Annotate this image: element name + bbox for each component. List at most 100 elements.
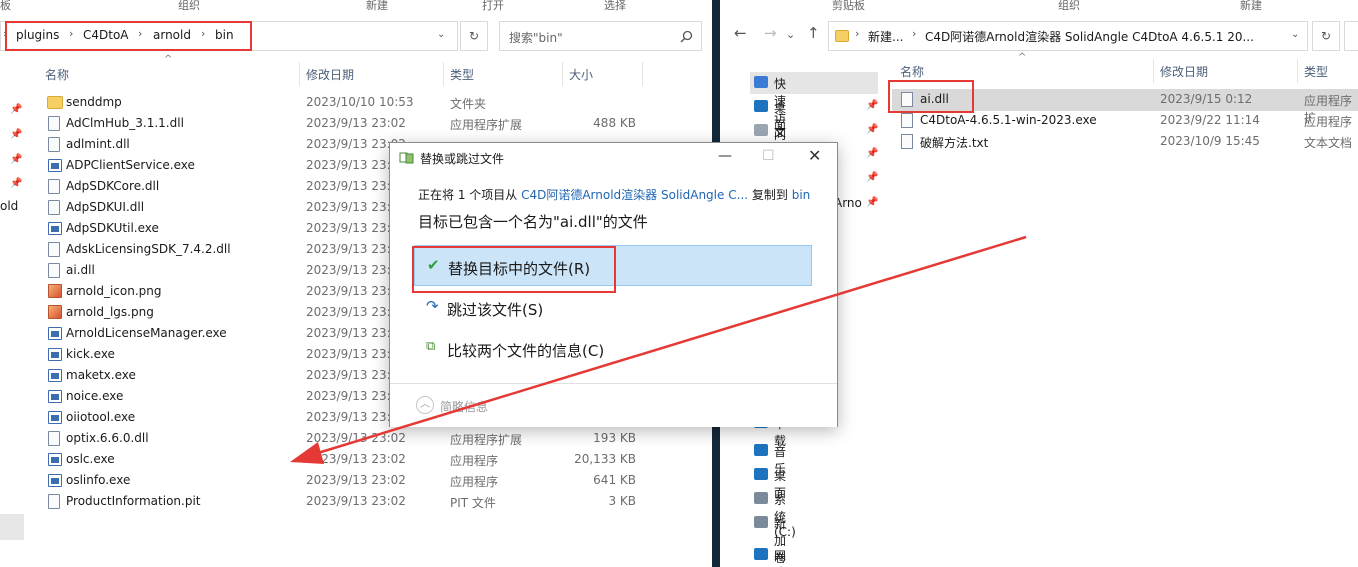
file-date: 2023/9/13 23:02 bbox=[306, 494, 406, 508]
file-date: 2023/9/13 23:02 bbox=[306, 431, 406, 445]
column-type[interactable]: 类型 bbox=[450, 66, 474, 83]
column-name[interactable]: 名称 bbox=[900, 63, 924, 80]
file-row[interactable]: oslinfo.exe 2023/9/13 23:02 应用程序 641 KB bbox=[40, 470, 640, 491]
file-row[interactable]: optix.6.6.0.dll 2023/9/13 23:02 应用程序扩展 193 … bbox=[40, 428, 640, 449]
ribbon-label: 剪贴板 bbox=[832, 0, 865, 12]
column-name[interactable]: 名称 bbox=[45, 66, 69, 83]
replace-skip-dialog: 替换或跳过文件 — ☐ ✕ 正在将 1 个项目从 C4D阿诺德Arnold渲染器… bbox=[389, 142, 838, 427]
file-name: ai.dll bbox=[66, 263, 95, 277]
pin-icon[interactable]: 📌 bbox=[10, 178, 22, 189]
right-ribbon-labels: 剪贴板 组织 新建 bbox=[720, 0, 1358, 12]
column-type[interactable]: 类型 bbox=[1304, 63, 1328, 80]
refresh-button[interactable]: ↻ bbox=[1312, 21, 1340, 51]
tree-selected-bg bbox=[750, 72, 878, 94]
application-icon bbox=[48, 222, 62, 235]
search-input[interactable]: 搜索"bin" bbox=[499, 21, 702, 51]
file-name: oiiotool.exe bbox=[66, 410, 136, 424]
file-type: 应用程序 bbox=[450, 475, 499, 489]
close-button[interactable]: ✕ bbox=[808, 146, 821, 165]
document-icon bbox=[754, 124, 768, 136]
arrow-right-icon: → bbox=[764, 24, 777, 42]
file-name: arnold_icon.png bbox=[66, 284, 162, 298]
minimize-button[interactable]: — bbox=[718, 148, 732, 164]
chevron-down-icon[interactable]: ⌄ bbox=[437, 29, 445, 40]
file-name: ProductInformation.pit bbox=[66, 494, 201, 508]
forward-button[interactable]: → bbox=[764, 24, 777, 42]
highlight-box bbox=[412, 246, 616, 293]
pin-icon[interactable]: 📌 bbox=[866, 124, 878, 135]
file-icon bbox=[901, 113, 913, 128]
right-address-bar[interactable]: › 新建... › C4D阿诺德Arnold渲染器 SolidAngle C4D… bbox=[828, 21, 1308, 51]
file-row[interactable]: ProductInformation.pit 2023/9/13 23:02 PIT… bbox=[40, 491, 640, 512]
arrow-left-icon: ← bbox=[734, 24, 747, 42]
breadcrumb-item[interactable]: C4D阿诺德Arnold渲染器 SolidAngle C4DtoA 4.6.5.… bbox=[925, 28, 1254, 45]
nav-tree-label: 网络 bbox=[774, 549, 787, 567]
pin-icon[interactable]: 📌 bbox=[10, 129, 22, 140]
close-icon: ✕ bbox=[808, 146, 822, 165]
folder-icon bbox=[835, 30, 849, 42]
pin-icon[interactable]: 📌 bbox=[866, 197, 878, 208]
copy-files-icon bbox=[399, 152, 414, 164]
breadcrumb-item[interactable]: 新建... bbox=[868, 28, 903, 45]
file-row[interactable]: 破解方法.txt 2023/10/9 15:45 文本文档 bbox=[890, 131, 1358, 152]
highlight-box bbox=[888, 80, 974, 113]
pin-icon[interactable]: 📌 bbox=[866, 172, 878, 183]
back-button[interactable]: ← bbox=[734, 24, 747, 42]
search-input[interactable] bbox=[1344, 21, 1358, 51]
file-type: 文件夹 bbox=[450, 97, 487, 111]
file-row[interactable]: AdClmHub_3.1.1.dll 2023/9/13 23:02 应用程序扩展 4… bbox=[40, 113, 640, 134]
minimize-icon: — bbox=[718, 148, 732, 164]
file-icon bbox=[48, 263, 60, 278]
skip-option[interactable]: ↷ 跳过该文件(S) bbox=[414, 287, 812, 328]
maximize-icon: ☐ bbox=[762, 148, 775, 164]
skip-icon: ↷ bbox=[426, 297, 439, 315]
pin-icon[interactable]: 📌 bbox=[866, 148, 878, 159]
file-date: 2023/9/13 23:02 bbox=[306, 116, 406, 130]
column-date[interactable]: 修改日期 bbox=[306, 66, 354, 83]
file-size: 488 KB bbox=[593, 116, 636, 130]
file-row[interactable]: oslc.exe 2023/9/13 23:02 应用程序 20,133 KB bbox=[40, 449, 640, 470]
file-icon bbox=[48, 431, 60, 446]
file-name: kick.exe bbox=[66, 347, 115, 361]
recent-button[interactable]: ⌄ bbox=[786, 28, 795, 41]
application-icon bbox=[48, 348, 62, 361]
file-name: C4DtoA-4.6.5.1-win-2023.exe bbox=[920, 113, 1097, 127]
file-size: 3 KB bbox=[608, 494, 636, 508]
pin-icon[interactable]: 📌 bbox=[866, 100, 878, 111]
option-label: 跳过该文件(S) bbox=[447, 301, 544, 319]
nav-truncated-label: Arno bbox=[834, 196, 862, 210]
pin-icon[interactable]: 📌 bbox=[10, 104, 22, 115]
chevron-down-icon[interactable]: ⌄ bbox=[1291, 29, 1299, 40]
file-date: 2023/9/15 0:12 bbox=[1160, 92, 1253, 106]
file-icon bbox=[48, 494, 60, 509]
file-type: 应用程序 bbox=[1304, 115, 1353, 129]
file-name: adlmint.dll bbox=[66, 137, 130, 151]
ribbon-label: 新建 bbox=[366, 0, 388, 12]
pin-icon[interactable]: 📌 bbox=[10, 154, 22, 165]
drive-icon bbox=[754, 492, 768, 504]
source-folder-link[interactable]: C4D阿诺德Arnold渲染器 SolidAngle C... bbox=[521, 188, 748, 202]
file-icon bbox=[48, 179, 60, 194]
compare-option[interactable]: ⧉ 比较两个文件的信息(C) bbox=[414, 328, 812, 369]
column-size[interactable]: 大小 bbox=[569, 66, 593, 83]
up-button[interactable]: ↑ bbox=[807, 24, 820, 42]
fewer-details-link[interactable]: 简略信息 bbox=[440, 398, 488, 415]
file-name: AdpSDKUtil.exe bbox=[66, 221, 159, 235]
destination-folder-link[interactable]: bin bbox=[792, 188, 811, 202]
column-date[interactable]: 修改日期 bbox=[1160, 63, 1208, 80]
maximize-button[interactable]: ☐ bbox=[762, 148, 775, 164]
column-divider bbox=[1297, 59, 1298, 83]
file-date: 2023/9/13 23:02 bbox=[306, 473, 406, 487]
nav-truncated-label: old bbox=[0, 199, 19, 213]
compare-icon: ⧉ bbox=[426, 339, 436, 354]
file-row[interactable]: C4DtoA-4.6.5.1-win-2023.exe 2023/9/22 11:… bbox=[890, 110, 1358, 131]
refresh-button[interactable]: ↻ bbox=[460, 21, 488, 51]
chevron-down-icon: ⌄ bbox=[786, 28, 796, 41]
chevron-up-icon[interactable]: ︿ bbox=[416, 396, 434, 414]
file-type: 应用程序扩展 bbox=[450, 433, 523, 447]
file-name: AdClmHub_3.1.1.dll bbox=[66, 116, 184, 130]
file-name: senddmp bbox=[66, 95, 122, 109]
nav-selected-item[interactable] bbox=[0, 514, 24, 540]
option-label: 比较两个文件的信息(C) bbox=[447, 342, 605, 360]
file-row[interactable]: senddmp 2023/10/10 10:53 文件夹 bbox=[40, 92, 640, 113]
